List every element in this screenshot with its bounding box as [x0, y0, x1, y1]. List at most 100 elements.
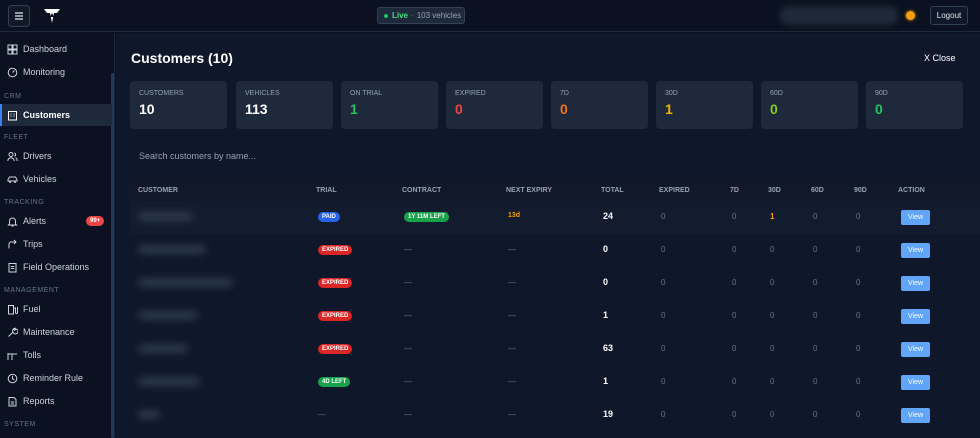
- view-button[interactable]: View: [901, 342, 930, 357]
- d60-value: 0: [813, 410, 818, 419]
- table-row[interactable]: EXPIRED — — 0 0 0 0 0 0 View: [130, 267, 980, 300]
- table-row[interactable]: EXPIRED — — 63 0 0 0 0 0 View: [130, 333, 980, 366]
- sidebar-item-tolls[interactable]: Tolls: [0, 344, 112, 366]
- next-expiry-value: —: [508, 377, 516, 386]
- contract-value: —: [404, 311, 412, 320]
- stat-card-90d: 90D 0: [866, 81, 963, 129]
- user-avatar[interactable]: [906, 11, 915, 20]
- stat-card-vehicles: VEHICLES 113: [236, 81, 333, 129]
- menu-toggle-button[interactable]: [8, 5, 30, 27]
- d30-value: 0: [770, 410, 775, 419]
- trial-status-badge: 4D LEFT: [318, 377, 351, 387]
- sidebar-item-label: Fuel: [23, 304, 41, 314]
- sidebar-item-label: Vehicles: [23, 174, 57, 184]
- table-row[interactable]: 4D LEFT — — 1 0 0 0 0 0 View: [130, 366, 980, 399]
- sidebar-item-reports[interactable]: Reports: [0, 390, 112, 412]
- view-button[interactable]: View: [901, 210, 930, 225]
- contract-badge: 1Y 11M LEFT: [404, 212, 449, 222]
- trial-status-badge: EXPIRED: [318, 278, 353, 288]
- next-expiry-value: —: [508, 311, 516, 320]
- sidebar-item-alerts[interactable]: Alerts 99+: [0, 210, 112, 232]
- sidebar-item-dashboard[interactable]: Dashboard: [0, 38, 112, 60]
- live-separator: ·: [411, 11, 414, 20]
- total-value: 0: [603, 277, 609, 287]
- contract-value: —: [404, 410, 412, 419]
- d90-value: 0: [856, 377, 861, 386]
- d30-value: 1: [770, 212, 775, 221]
- stat-value: 113: [245, 101, 268, 117]
- table-row[interactable]: — — — 19 0 0 0 0 0 View: [130, 399, 980, 432]
- view-button[interactable]: View: [901, 309, 930, 324]
- top-bar: Live · 103 vehicles Logout: [0, 0, 980, 32]
- customer-name-blurred: [138, 311, 198, 320]
- sidebar-item-label: Reminder Rule: [23, 373, 84, 383]
- d60-value: 0: [813, 278, 818, 287]
- sidebar-item-trips[interactable]: Trips: [0, 233, 112, 255]
- d60-value: 0: [813, 344, 818, 353]
- live-label: Live: [392, 11, 409, 20]
- customer-name-blurred: [138, 212, 193, 221]
- sidebar-item-label: Drivers: [23, 151, 52, 161]
- d7-value: 0: [732, 278, 737, 287]
- column-header: ACTION: [898, 187, 925, 194]
- expired-value: 0: [661, 212, 666, 221]
- sidebar-item-label: Tolls: [23, 350, 42, 360]
- sidebar-item-label: Maintenance: [23, 327, 75, 337]
- total-value: 1: [603, 310, 609, 320]
- contract-value: —: [404, 245, 412, 254]
- customer-name-blurred: [138, 344, 188, 353]
- view-button[interactable]: View: [901, 408, 930, 423]
- total-value: 63: [603, 343, 614, 353]
- d30-value: 0: [770, 278, 775, 287]
- column-header: 7D: [730, 187, 739, 194]
- close-button[interactable]: X Close: [924, 53, 956, 63]
- d30-value: 0: [770, 344, 775, 353]
- table-row[interactable]: EXPIRED — — 0 0 0 0 0 0 View: [130, 234, 980, 267]
- customer-name-blurred: [138, 278, 233, 287]
- stat-value: 0: [770, 101, 778, 117]
- d30-value: 0: [770, 311, 775, 320]
- sidebar-item-fuel[interactable]: Fuel: [0, 298, 112, 320]
- table-row[interactable]: PAID 1Y 11M LEFT 13d 24 0 0 1 0 0 View: [130, 201, 980, 234]
- view-button[interactable]: View: [901, 375, 930, 390]
- customers-panel: Customers (10) X Close CUSTOMERS 10 VEHI…: [116, 33, 980, 438]
- contract-value: —: [404, 377, 412, 386]
- sidebar-section-fleet: FLEET: [4, 134, 29, 141]
- view-button[interactable]: View: [901, 243, 930, 258]
- customer-name-blurred: [138, 377, 200, 386]
- sidebar-item-maintenance[interactable]: Maintenance: [0, 321, 112, 343]
- column-header: 60D: [811, 187, 824, 194]
- wrench-icon: [7, 327, 18, 338]
- expired-value: 0: [661, 410, 666, 419]
- customer-name-blurred: [138, 410, 160, 419]
- stat-label: CUSTOMERS: [139, 90, 184, 97]
- sidebar-item-monitoring[interactable]: Monitoring: [0, 61, 112, 83]
- trial-status: —: [318, 410, 326, 419]
- expired-value: 0: [661, 377, 666, 386]
- stat-label: 7D: [560, 90, 569, 97]
- sidebar-item-reminder-rule[interactable]: Reminder Rule: [0, 367, 112, 389]
- sidebar-item-field-operations[interactable]: Field Operations: [0, 256, 112, 278]
- d7-value: 0: [732, 377, 737, 386]
- trial-status-badge: EXPIRED: [318, 344, 353, 354]
- stat-card-60d: 60D 0: [761, 81, 858, 129]
- search-input[interactable]: [131, 143, 965, 168]
- d90-value: 0: [856, 410, 861, 419]
- table-row[interactable]: EXPIRED — — 1 0 0 0 0 0 View: [130, 300, 980, 333]
- view-button[interactable]: View: [901, 276, 930, 291]
- stat-value: 0: [560, 101, 568, 117]
- sidebar-item-drivers[interactable]: Drivers: [0, 145, 112, 167]
- app-logo[interactable]: [43, 7, 61, 25]
- live-status-badge: Live · 103 vehicles: [377, 7, 465, 24]
- stat-label: ON TRIAL: [350, 90, 383, 97]
- next-expiry-value: —: [508, 278, 516, 287]
- column-header: TRIAL: [316, 187, 337, 194]
- table-header: CUSTOMER TRIAL CONTRACT NEXT EXPIRY TOTA…: [130, 181, 980, 201]
- logout-button[interactable]: Logout: [930, 6, 968, 25]
- grid-icon: [7, 44, 18, 55]
- sidebar-section-crm: CRM: [4, 93, 22, 100]
- sidebar-item-customers[interactable]: Customers: [0, 104, 112, 126]
- sidebar-item-vehicles[interactable]: Vehicles: [0, 168, 112, 190]
- total-value: 0: [603, 244, 609, 254]
- sidebar-item-label: Customers: [23, 110, 71, 120]
